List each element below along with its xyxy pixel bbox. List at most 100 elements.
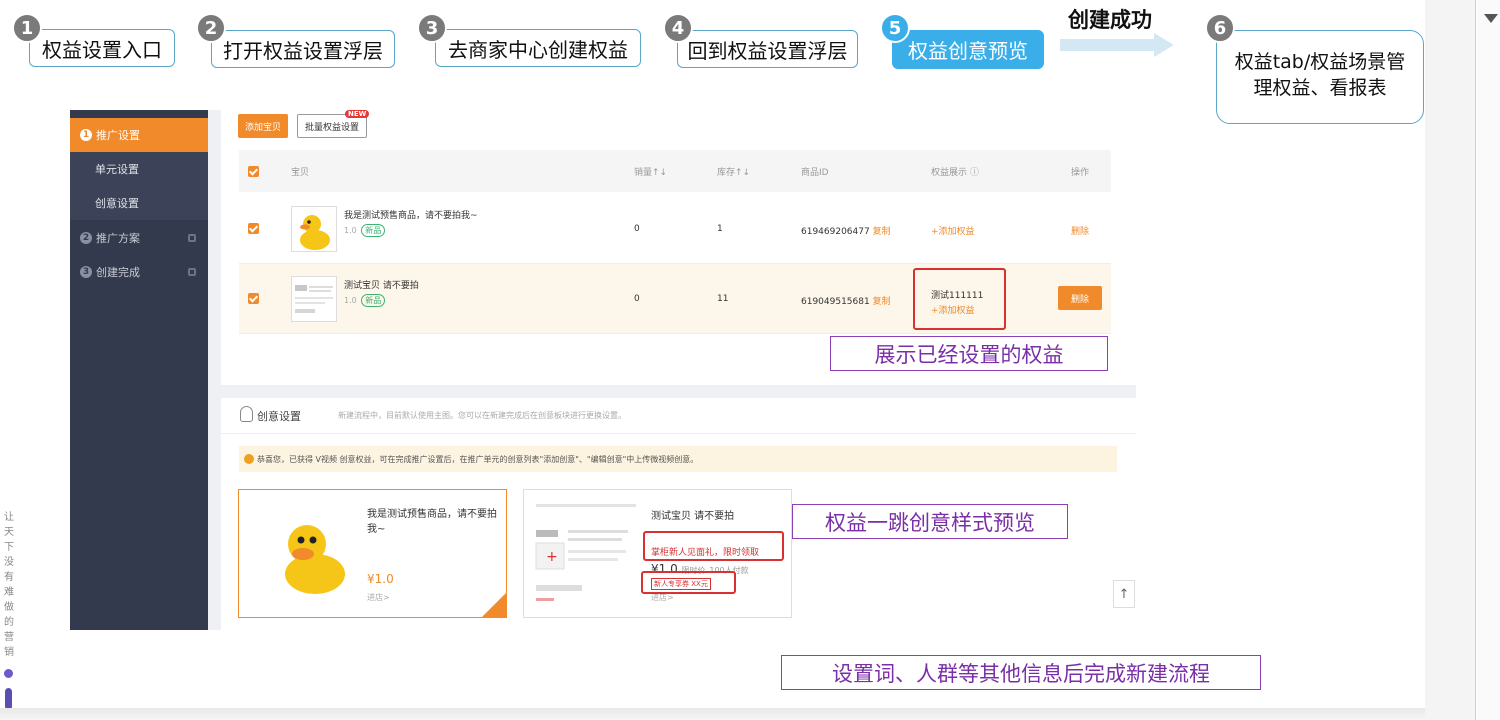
col-sales[interactable]: 销量↑↓	[634, 165, 667, 178]
annotation-finish: 设置词、人群等其他信息后完成新建流程	[781, 655, 1261, 690]
sidebar-item-label: 推广方案	[96, 232, 140, 245]
creative-title: 创意设置	[257, 410, 301, 423]
copy-link[interactable]: 复制	[873, 297, 891, 307]
col-rights: 权益展示 ⓘ	[931, 168, 979, 178]
store-link[interactable]: 进店>	[367, 592, 390, 603]
nav-indicator[interactable]	[5, 688, 12, 710]
col-item: 宝贝	[291, 168, 310, 178]
sidebar-item-done[interactable]: 3 创建完成	[70, 255, 208, 289]
lock-icon	[188, 268, 196, 276]
card-title: 我是测试预售商品，请不要拍我~	[367, 509, 497, 535]
select-all-checkbox[interactable]	[248, 166, 259, 177]
side-slogan: 让天下没有难做的营销	[4, 512, 14, 658]
lightbulb-icon	[240, 406, 253, 422]
svg-text:+: +	[546, 549, 558, 565]
row-checkbox[interactable]	[248, 293, 259, 304]
table-header: 宝贝 销量↑↓ 库存↑↓ 商品ID 权益展示 ⓘ 操作	[239, 150, 1111, 192]
step-6-line1: 权益tab/权益场景管	[1234, 51, 1406, 73]
coupon-highlight	[641, 571, 736, 594]
scroll-top-icon[interactable]: ↑	[1113, 580, 1135, 608]
annotation-show-rights: 展示已经设置的权益	[830, 336, 1108, 371]
copy-link[interactable]: 复制	[873, 227, 891, 237]
chevron-down-icon[interactable]	[1484, 14, 1498, 23]
product-price: 1.0	[344, 226, 357, 235]
product-id: 619469206477 复制	[801, 224, 891, 237]
sidebar-item-label: 单元设置	[95, 163, 139, 176]
step-1-number: 1	[12, 13, 42, 43]
step-3-label: 去商家中心创建权益	[435, 29, 641, 67]
product-title[interactable]: 测试宝贝 请不要拍	[344, 278, 419, 291]
rights-banner-highlight	[643, 531, 784, 561]
lock-icon	[188, 234, 196, 242]
delete-link[interactable]: 删除	[1071, 224, 1089, 237]
rights-notice: 恭喜您，已获得 V视频 创意权益，可在完成推广设置后，在推广单元的创意列表"添加…	[239, 446, 1117, 472]
card-price: ¥1.0	[367, 572, 394, 586]
page-shadow	[0, 708, 1425, 720]
flow-arrow-head	[1154, 33, 1174, 57]
duck-image	[285, 525, 345, 594]
stock-value: 11	[717, 294, 729, 304]
document-image	[295, 285, 333, 313]
step-5-label: 权益创意预览	[892, 30, 1044, 69]
sidebar: 1 推广设置 单元设置 创意设置 2 推广方案 3 创建完成	[70, 110, 208, 630]
step-3-number: 3	[417, 13, 447, 43]
sidebar-item-unit-settings[interactable]: 单元设置	[70, 152, 208, 186]
col-id: 商品ID	[801, 168, 829, 178]
creative-card-main[interactable]: 我是测试预售商品，请不要拍我~ ¥1.0 进店>	[238, 489, 507, 618]
selected-check-icon	[482, 593, 506, 617]
success-label: 创建成功	[1068, 8, 1152, 32]
sidebar-item-creative-settings[interactable]: 创意设置	[70, 186, 208, 220]
new-tag: 新品	[361, 294, 386, 307]
info-icon	[244, 454, 254, 464]
delete-button[interactable]: 删除	[1058, 286, 1102, 310]
new-tag: 新品	[361, 224, 386, 237]
sidebar-item-label: 推广设置	[96, 129, 140, 142]
sales-value: 0	[634, 294, 640, 304]
step-5-number: 5	[880, 13, 910, 43]
sidebar-item-promo-plan[interactable]: 2 推广方案	[70, 221, 208, 255]
annotation-preview: 权益一跳创意样式预览	[792, 504, 1068, 539]
step-2-label: 打开权益设置浮层	[211, 30, 395, 68]
product-id: 619049515681 复制	[801, 294, 891, 307]
step-1-label: 权益设置入口	[29, 29, 175, 67]
sidebar-item-label: 创意设置	[95, 197, 139, 210]
right-gutter	[1425, 0, 1475, 720]
step-dot: 2	[80, 232, 92, 244]
sales-value: 0	[634, 224, 640, 234]
product-thumbnail	[291, 276, 337, 322]
col-stock[interactable]: 库存↑↓	[717, 165, 750, 178]
page: 权益设置入口 1 打开权益设置浮层 2 去商家中心创建权益 3 回到权益设置浮层…	[0, 0, 1500, 720]
rights-highlight	[913, 268, 1006, 330]
scrollbar[interactable]	[1475, 0, 1500, 720]
step-dot: 1	[80, 129, 92, 141]
product-price: 1.0	[344, 296, 357, 305]
duck-image	[300, 215, 330, 250]
divider	[221, 433, 1136, 434]
step-4-number: 4	[663, 13, 693, 43]
step-6-line2: 理权益、看报表	[1253, 77, 1387, 99]
step-2-number: 2	[196, 13, 226, 43]
new-badge: NEW	[345, 110, 370, 118]
product-price-line: 1.0 新品	[344, 224, 386, 237]
product-id-value: 619469206477	[801, 227, 870, 237]
sidebar-item-promo-settings[interactable]: 1 推广设置	[70, 118, 208, 152]
product-thumbnail	[291, 206, 337, 252]
step-dot: 3	[80, 266, 92, 278]
product-id-value: 619049515681	[801, 297, 870, 307]
nav-dot[interactable]	[4, 669, 13, 678]
stock-value: 1	[717, 224, 723, 234]
creative-tip: 新建流程中，目前默认使用主图。您可以在新建完成后在创意板块进行更换设置。	[338, 411, 626, 420]
product-price-line: 1.0 新品	[344, 294, 386, 307]
add-item-button[interactable]: 添加宝贝	[238, 114, 288, 138]
product-title[interactable]: 我是测试预售商品，请不要拍我~	[344, 208, 478, 221]
step-4-label: 回到权益设置浮层	[677, 30, 858, 68]
sidebar-item-label: 创建完成	[96, 266, 140, 279]
table-row: 我是测试预售商品，请不要拍我~ 1.0 新品 0 1 619469206477 …	[239, 194, 1111, 264]
document-image: +	[535, 504, 636, 601]
row-checkbox[interactable]	[248, 223, 259, 234]
step-6-label: 权益tab/权益场景管 理权益、看报表	[1216, 30, 1424, 124]
add-rights-link[interactable]: +添加权益	[931, 224, 975, 237]
flow-arrow	[1060, 39, 1156, 51]
col-action: 操作	[1071, 168, 1090, 178]
step-6-number: 6	[1205, 13, 1235, 43]
